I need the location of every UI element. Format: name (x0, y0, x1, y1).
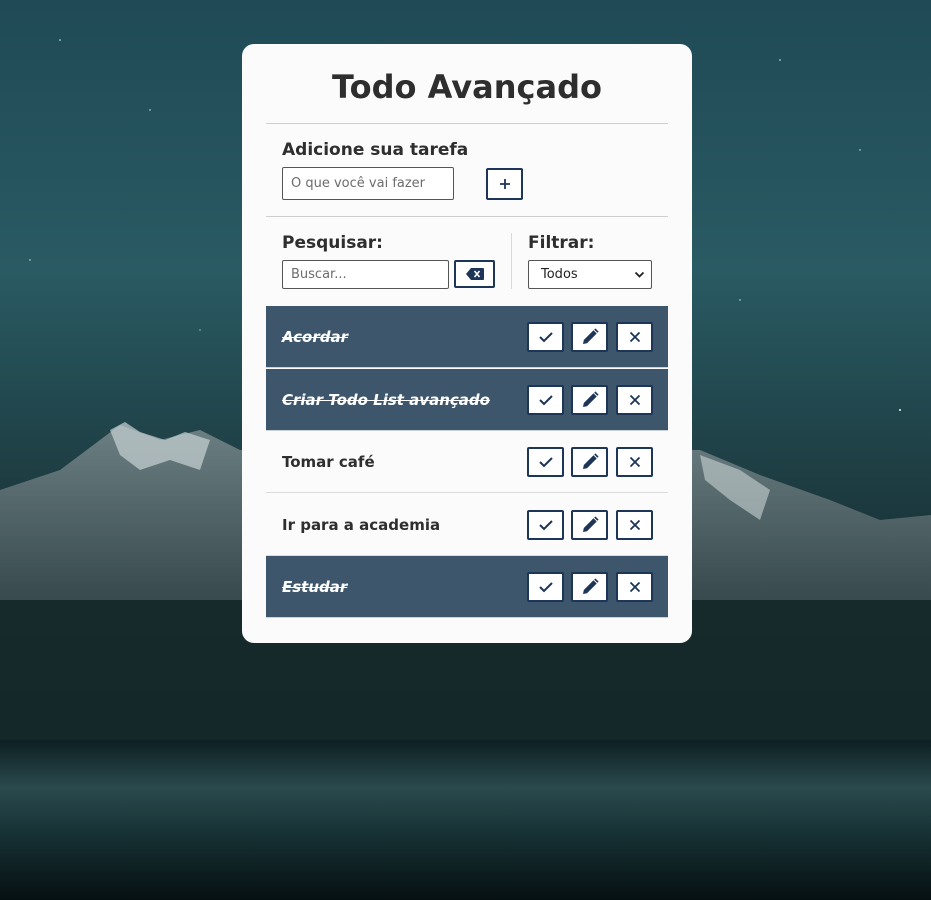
filter-selected-value: Todos (541, 267, 578, 282)
edit-todo-button[interactable] (571, 322, 608, 352)
finish-todo-button[interactable] (527, 447, 564, 477)
close-icon (629, 394, 641, 406)
close-icon (629, 519, 641, 531)
todo-text: Tomar café (282, 452, 375, 471)
add-button[interactable] (486, 168, 523, 200)
page-title: Todo Avançado (332, 68, 602, 106)
todo-item: Tomar café (266, 431, 668, 493)
remove-todo-button[interactable] (616, 322, 653, 352)
todo-item: Ir para a academia (266, 494, 668, 556)
remove-todo-button[interactable] (616, 572, 653, 602)
pencil-icon (581, 516, 599, 534)
todo-text: Estudar (282, 577, 348, 596)
clear-search-button[interactable] (454, 260, 495, 288)
filter-select[interactable]: Todos (528, 260, 652, 289)
todo-item: Estudar (266, 556, 668, 618)
edit-todo-button[interactable] (571, 572, 608, 602)
search-input[interactable] (282, 260, 449, 289)
finish-todo-button[interactable] (527, 510, 564, 540)
pencil-icon (581, 328, 599, 346)
filter-label: Filtrar: (528, 233, 595, 253)
check-icon (538, 456, 553, 468)
pencil-icon (581, 391, 599, 409)
finish-todo-button[interactable] (527, 385, 564, 415)
edit-todo-button[interactable] (571, 510, 608, 540)
pencil-icon (581, 578, 599, 596)
close-icon (629, 456, 641, 468)
todo-text: Criar Todo List avançado (282, 390, 490, 409)
pencil-icon (581, 453, 599, 471)
todo-item: Criar Todo List avançado (266, 369, 668, 431)
close-icon (629, 581, 641, 593)
todo-input[interactable] (282, 167, 454, 200)
check-icon (538, 331, 553, 343)
close-icon (629, 331, 641, 343)
edit-todo-button[interactable] (571, 385, 608, 415)
finish-todo-button[interactable] (527, 322, 564, 352)
todo-item: Acordar (266, 306, 668, 368)
divider (266, 216, 668, 217)
check-icon (538, 394, 553, 406)
chevron-down-icon (634, 269, 645, 284)
filter-separator (511, 233, 512, 289)
remove-todo-button[interactable] (616, 510, 653, 540)
search-label: Pesquisar: (282, 233, 383, 253)
remove-todo-button[interactable] (616, 447, 653, 477)
add-label: Adicione sua tarefa (282, 140, 469, 160)
edit-todo-button[interactable] (571, 447, 608, 477)
divider (266, 123, 668, 124)
remove-todo-button[interactable] (616, 385, 653, 415)
check-icon (538, 519, 553, 531)
plus-icon (499, 175, 511, 194)
check-icon (538, 581, 553, 593)
todo-card: Todo Avançado Adicione sua tarefa Pesqui… (242, 44, 692, 643)
todo-text: Ir para a academia (282, 515, 441, 534)
backspace-icon (465, 265, 484, 284)
todo-text: Acordar (282, 327, 348, 346)
finish-todo-button[interactable] (527, 572, 564, 602)
